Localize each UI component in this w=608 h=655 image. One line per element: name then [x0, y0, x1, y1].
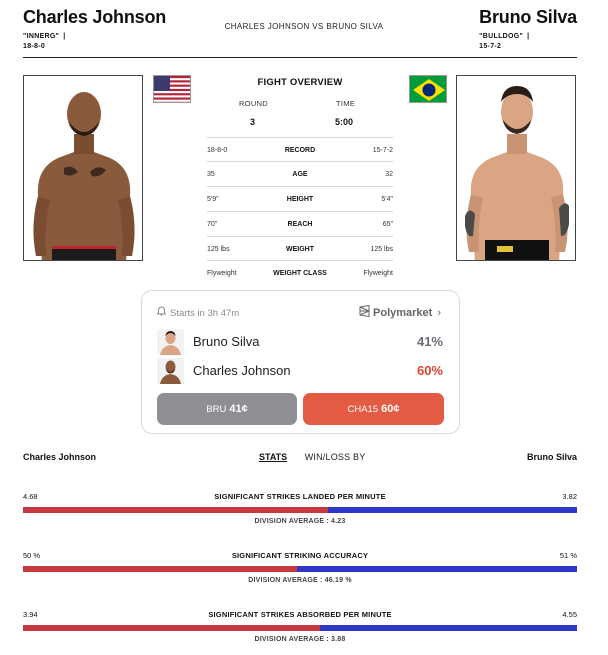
row-label: AGE [292, 171, 308, 178]
starts-in-text: Starts in 3h 47m [170, 308, 240, 319]
overview-row-record: 18-8-0 RECORD 15-7-2 [207, 137, 393, 161]
left-share-fill [23, 566, 298, 572]
market-fighter-name: Bruno Silva [193, 334, 260, 349]
left-fighter-nickname: "INNERG" [23, 33, 60, 40]
fighter-avatar [157, 358, 184, 384]
buy-charles-johnson-button[interactable]: CHA15 60¢ [303, 393, 444, 425]
left-fighter-record: 18-8-0 [23, 43, 46, 50]
metric-strikes-absorbed: 3.94 SIGNIFICANT STRIKES ABSORBED PER MI… [23, 610, 577, 655]
metric-strikes-landed: 4.68 SIGNIFICANT STRIKES LANDED PER MINU… [23, 492, 577, 542]
right-fighter-nickname: "BULLDOG" [479, 33, 524, 40]
comparison-bar [23, 566, 577, 572]
row-label: RECORD [284, 147, 316, 154]
right-value: 65" [382, 221, 393, 228]
polymarket-link[interactable]: Polymarket › [359, 304, 441, 320]
metric-title: SIGNIFICANT STRIKES ABSORBED PER MINUTE [208, 610, 392, 619]
bell-icon [156, 306, 167, 319]
right-fighter-header: Bruno Silva "BULLDOG" | 15-7-2 [479, 7, 577, 50]
right-value: 32 [385, 171, 393, 178]
metric-title: SIGNIFICANT STRIKING ACCURACY [231, 551, 369, 560]
buy-bruno-silva-button[interactable]: BRU 41¢ [157, 393, 297, 425]
division-average: DIVISION AVERAGE : 46.19 % [248, 577, 352, 584]
right-value: Flyweight [363, 270, 393, 277]
market-win-probability: 41% [416, 334, 443, 349]
stats-right-fighter-name: Bruno Silva [526, 452, 577, 462]
tab-win-loss-by[interactable]: WIN/LOSS BY [305, 452, 366, 462]
right-value: 125 lbs [370, 246, 393, 253]
row-label: WEIGHT [286, 246, 314, 253]
time-value: 5:00 [335, 117, 354, 127]
overview-row-weight: 125 lbs WEIGHT 125 lbs [207, 236, 393, 260]
right-fighter-photo[interactable] [456, 75, 576, 261]
polymarket-icon [359, 304, 370, 320]
metric-right-value: 51 % [559, 551, 577, 560]
us-flag-icon [153, 75, 191, 103]
chevron-right-icon: › [437, 307, 441, 319]
right-fighter-record: 15-7-2 [479, 43, 502, 50]
row-label: REACH [287, 221, 313, 228]
right-value: 5'4" [381, 196, 393, 203]
metric-striking-accuracy: 50 % SIGNIFICANT STRIKING ACCURACY 51 % … [23, 551, 577, 601]
left-fighter-nickname-line: "INNERG" | [23, 33, 166, 40]
overview-row-weight-class: Flyweight WEIGHT CLASS Flyweight [207, 260, 393, 284]
comparison-bar [23, 507, 577, 513]
overview-row-height: 5'9" HEIGHT 5'4" [207, 186, 393, 210]
overview-row-age: 35 AGE 32 [207, 161, 393, 185]
left-fighter-photo[interactable] [23, 75, 143, 261]
overview-row-reach: 70" REACH 65" [207, 211, 393, 235]
tab-stats[interactable]: STATS [259, 452, 287, 462]
separator: | [63, 33, 66, 40]
stats-tabs: STATS WIN/LOSS BY [259, 452, 365, 462]
fight-overview-title: FIGHT OVERVIEW [257, 77, 343, 88]
fight-start-countdown: Starts in 3h 47m [156, 306, 240, 319]
prediction-market-card: Starts in 3h 47m Polymarket › Bruno Silva… [141, 290, 460, 434]
button-price: 41¢ [229, 403, 248, 415]
round-value: 3 [250, 117, 256, 127]
stats-left-fighter-name: Charles Johnson [23, 452, 97, 462]
button-price: 60¢ [381, 403, 400, 415]
time-label: TIME [336, 99, 356, 108]
fighter-avatar [157, 329, 184, 355]
market-row-bruno-silva[interactable]: Bruno Silva 41% [157, 329, 443, 355]
header-divider [23, 57, 577, 58]
market-win-probability: 60% [416, 363, 443, 378]
separator: | [527, 33, 530, 40]
division-average: DIVISION AVERAGE : 3.88 [254, 636, 346, 643]
market-fighter-name: Charles Johnson [193, 363, 291, 378]
brazil-flag-icon [409, 75, 447, 103]
comparison-bar [23, 625, 577, 631]
right-value: 15-7-2 [372, 147, 393, 154]
left-share-fill [23, 507, 328, 513]
round-label: ROUND [239, 99, 268, 108]
division-average: DIVISION AVERAGE : 4.23 [254, 518, 346, 525]
button-ticker: CHA15 [347, 404, 379, 415]
provider-name: Polymarket [373, 307, 433, 319]
metric-right-value: 3.82 [562, 492, 577, 501]
right-fighter-nickname-line: "BULLDOG" | [479, 33, 577, 40]
metric-right-value: 4.55 [562, 610, 577, 619]
row-label: HEIGHT [286, 196, 314, 203]
right-fighter-name[interactable]: Bruno Silva [479, 7, 577, 28]
left-share-fill [23, 625, 321, 631]
metric-title: SIGNIFICANT STRIKES LANDED PER MINUTE [214, 492, 386, 501]
button-ticker: BRU [206, 404, 227, 415]
market-row-charles-johnson[interactable]: Charles Johnson 60% [157, 358, 443, 384]
